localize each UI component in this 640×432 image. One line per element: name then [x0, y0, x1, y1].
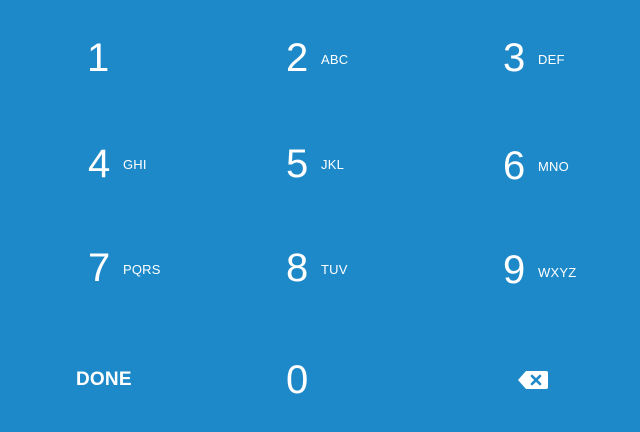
key-6-digit: 6 [503, 144, 526, 188]
key-8[interactable]: 8 TUV [240, 228, 420, 308]
done-button[interactable]: DONE [40, 340, 220, 420]
backspace-icon [518, 371, 548, 389]
key-4-digit: 4 [88, 142, 111, 186]
key-8-letters: TUV [321, 262, 348, 277]
key-3-letters: DEF [538, 52, 565, 67]
key-9-digit: 9 [503, 248, 526, 292]
key-8-digit: 8 [286, 246, 309, 290]
key-2[interactable]: 2 ABC [240, 18, 420, 98]
key-0-digit: 0 [286, 358, 309, 402]
key-9[interactable]: 9 WXYZ [460, 228, 620, 308]
key-7[interactable]: 7 PQRS [40, 228, 220, 308]
key-2-digit: 2 [286, 36, 309, 80]
backspace-button[interactable] [460, 340, 620, 420]
key-5[interactable]: 5 JKL [240, 124, 420, 204]
numeric-keypad: 1 2 ABC 3 DEF 4 GHI 5 JKL 6 MNO 7 PQRS 8… [0, 0, 640, 432]
key-5-digit: 5 [286, 142, 309, 186]
key-0[interactable]: 0 [240, 340, 420, 420]
done-label: DONE [76, 369, 132, 390]
key-6-letters: MNO [538, 159, 569, 174]
key-9-letters: WXYZ [538, 265, 577, 280]
key-5-letters: JKL [321, 157, 345, 172]
key-1-digit: 1 [87, 36, 110, 80]
key-6[interactable]: 6 MNO [460, 124, 620, 204]
key-3[interactable]: 3 DEF [460, 18, 620, 98]
key-7-letters: PQRS [123, 262, 161, 277]
key-2-letters: ABC [321, 52, 349, 67]
key-4-letters: GHI [123, 157, 147, 172]
key-3-digit: 3 [503, 36, 526, 80]
key-4[interactable]: 4 GHI [40, 124, 220, 204]
key-7-digit: 7 [88, 246, 111, 290]
key-1[interactable]: 1 [40, 18, 220, 98]
